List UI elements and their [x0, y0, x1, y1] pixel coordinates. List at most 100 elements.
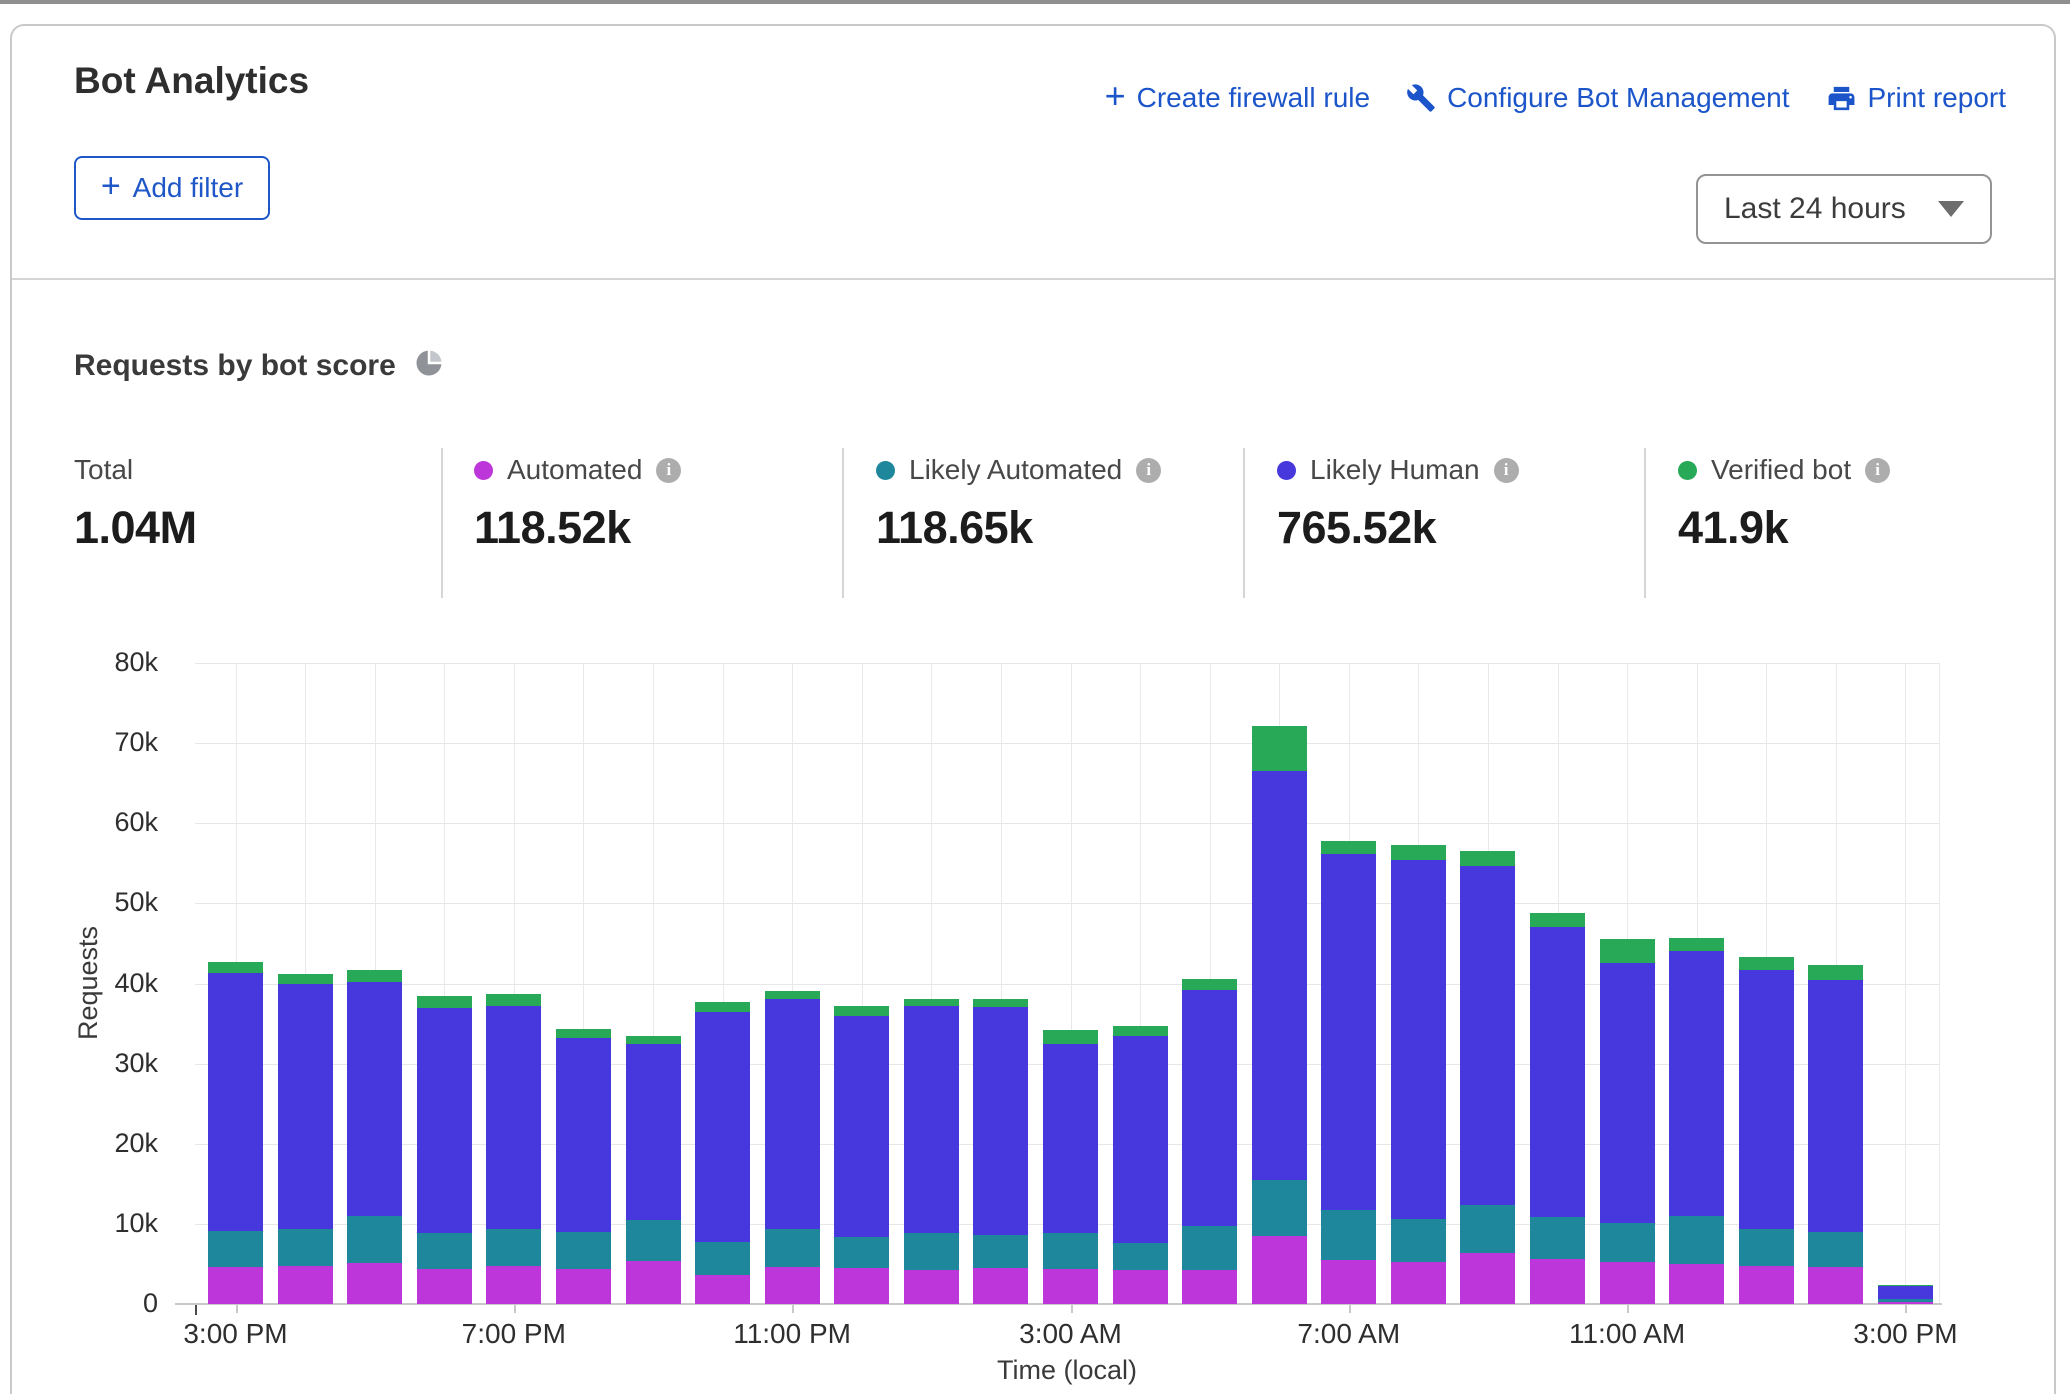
- segment-automated: [1739, 1266, 1794, 1305]
- segment-likely-human: [208, 973, 263, 1231]
- bar-9-00-am[interactable]: [1460, 851, 1515, 1304]
- info-icon[interactable]: i: [1136, 458, 1161, 483]
- info-icon[interactable]: i: [656, 458, 681, 483]
- segment-likely-automated: [765, 1229, 820, 1267]
- printer-icon: [1826, 83, 1857, 114]
- segment-verified-bot: [1460, 851, 1515, 865]
- pie-chart-icon: [414, 348, 444, 383]
- bar-1-00-pm[interactable]: [1739, 957, 1794, 1304]
- segment-likely-human: [973, 1007, 1028, 1235]
- action-print-report[interactable]: Print report: [1826, 82, 2007, 114]
- bar-4-00-pm[interactable]: [278, 974, 333, 1304]
- stat-value: 118.65k: [876, 502, 1161, 554]
- segment-verified-bot: [278, 974, 333, 984]
- bar-5-00-pm[interactable]: [347, 970, 402, 1304]
- add-filter-button[interactable]: + Add filter: [74, 156, 270, 220]
- stat-separator: [1644, 448, 1646, 598]
- add-filter-label: Add filter: [133, 172, 244, 204]
- segment-verified-bot: [417, 996, 472, 1008]
- segment-likely-human: [1113, 1036, 1168, 1244]
- segment-likely-human: [765, 999, 820, 1229]
- x-tick-label: 3:00 PM: [1853, 1318, 1957, 1350]
- bar-12-00-am[interactable]: [834, 1006, 889, 1304]
- segment-verified-bot: [1252, 726, 1307, 772]
- segment-automated: [208, 1267, 263, 1304]
- segment-verified-bot: [556, 1029, 611, 1038]
- gridline: [195, 743, 1940, 744]
- bar-6-00-am[interactable]: [1252, 726, 1307, 1304]
- stat-value: 765.52k: [1277, 502, 1519, 554]
- stat-label: Likely Automated: [909, 454, 1122, 486]
- segment-likely-automated: [208, 1231, 263, 1267]
- segment-likely-automated: [973, 1235, 1028, 1268]
- bar-3-00-pm[interactable]: [1878, 1285, 1933, 1304]
- x-tick-label: 3:00 PM: [183, 1318, 287, 1350]
- bar-8-00-pm[interactable]: [556, 1029, 611, 1304]
- stat-label: Total: [74, 454, 133, 486]
- section-header: Requests by bot score: [74, 348, 444, 383]
- bar-3-00-am[interactable]: [1043, 1030, 1098, 1304]
- segment-automated: [973, 1268, 1028, 1304]
- time-range-select[interactable]: Last 24 hours: [1696, 174, 1992, 244]
- segment-likely-human: [1739, 970, 1794, 1230]
- bar-10-00-pm[interactable]: [695, 1002, 750, 1304]
- segment-likely-human: [1878, 1286, 1933, 1300]
- y-tick-label: 60k: [43, 807, 158, 838]
- header-actions: +Create firewall rule Configure Bot Manag…: [1105, 82, 2006, 114]
- bar-7-00-am[interactable]: [1321, 841, 1376, 1304]
- bar-2-00-pm[interactable]: [1808, 965, 1863, 1304]
- segment-automated: [1878, 1302, 1933, 1304]
- segment-likely-automated: [486, 1229, 541, 1266]
- bar-2-00-am[interactable]: [973, 999, 1028, 1304]
- segment-likely-human: [1530, 927, 1585, 1217]
- bar-9-00-pm[interactable]: [626, 1036, 681, 1304]
- bar-7-00-pm[interactable]: [486, 994, 541, 1304]
- stat-label: Automated: [507, 454, 642, 486]
- action-configure-bot-management[interactable]: Configure Bot Management: [1406, 82, 1789, 114]
- segment-likely-human: [278, 984, 333, 1229]
- section-title: Requests by bot score: [74, 349, 396, 383]
- segment-likely-human: [1808, 980, 1863, 1232]
- legend-dot: [876, 461, 895, 480]
- info-icon[interactable]: i: [1865, 458, 1890, 483]
- chevron-down-icon: [1938, 201, 1964, 217]
- bar-11-00-pm[interactable]: [765, 991, 820, 1304]
- segment-verified-bot: [347, 970, 402, 982]
- segment-automated: [486, 1266, 541, 1304]
- segment-verified-bot: [1530, 913, 1585, 927]
- axis-tick: [1905, 1305, 1907, 1313]
- segment-verified-bot: [1182, 979, 1237, 989]
- action-create-firewall-rule[interactable]: +Create firewall rule: [1105, 82, 1370, 114]
- axis-tick: [236, 1305, 238, 1313]
- action-label: Create firewall rule: [1137, 82, 1370, 114]
- segment-likely-human: [1391, 860, 1446, 1219]
- segment-likely-automated: [278, 1229, 333, 1265]
- bar-10-00-am[interactable]: [1530, 913, 1585, 1304]
- bar-1-00-am[interactable]: [904, 999, 959, 1304]
- segment-likely-automated: [1252, 1180, 1307, 1236]
- bar-8-00-am[interactable]: [1391, 845, 1446, 1304]
- segment-likely-automated: [1600, 1223, 1655, 1262]
- bar-4-00-am[interactable]: [1113, 1026, 1168, 1304]
- segment-likely-automated: [1182, 1226, 1237, 1270]
- x-tick-label: 7:00 AM: [1297, 1318, 1400, 1350]
- segment-automated: [1530, 1259, 1585, 1304]
- segment-likely-automated: [1321, 1210, 1376, 1260]
- segment-likely-human: [626, 1044, 681, 1220]
- bar-11-00-am[interactable]: [1600, 939, 1655, 1304]
- header-divider: [12, 278, 2054, 280]
- bar-6-00-pm[interactable]: [417, 996, 472, 1304]
- segment-likely-automated: [695, 1242, 750, 1276]
- segment-verified-bot: [1600, 939, 1655, 964]
- bar-5-00-am[interactable]: [1182, 979, 1237, 1304]
- y-tick-label: 80k: [43, 647, 158, 678]
- segment-automated: [1391, 1262, 1446, 1305]
- segment-automated: [904, 1270, 959, 1305]
- x-axis-title: Time (local): [997, 1355, 1137, 1386]
- segment-likely-human: [1321, 854, 1376, 1210]
- segment-likely-human: [1669, 951, 1724, 1215]
- stat-value: 1.04M: [74, 502, 197, 554]
- bar-3-00-pm[interactable]: [208, 962, 263, 1304]
- bar-12-00-pm[interactable]: [1669, 938, 1724, 1304]
- info-icon[interactable]: i: [1494, 458, 1519, 483]
